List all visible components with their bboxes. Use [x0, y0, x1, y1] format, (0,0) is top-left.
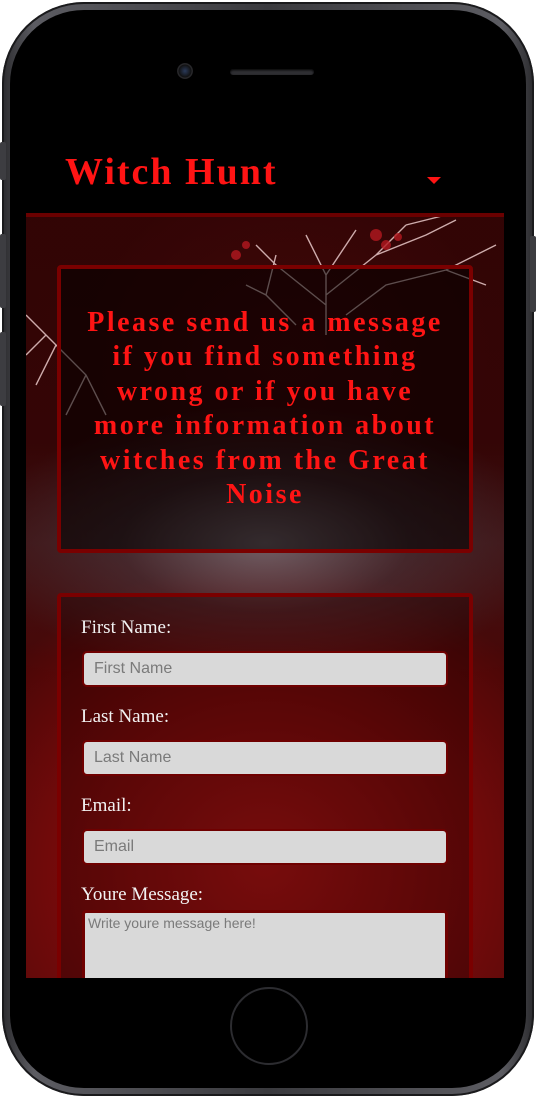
last-name-input[interactable] — [82, 740, 448, 776]
email-label: Email: — [81, 795, 132, 816]
volume-down-button — [0, 332, 6, 406]
silent-switch — [0, 142, 6, 180]
last-name-label: Last Name: — [81, 706, 170, 727]
first-name-input[interactable] — [82, 651, 448, 687]
navbar: Witch Hunt — [26, 125, 504, 217]
message-textarea[interactable] — [82, 910, 448, 978]
contact-form: First Name: Last Name: Email: Youre Mess… — [57, 593, 473, 978]
screen: Witch Hunt Please send us a message if y… — [26, 125, 504, 978]
intro-message: Please send us a message if you find som… — [87, 306, 443, 511]
earpiece-speaker — [230, 69, 314, 75]
volume-up-button — [0, 234, 6, 308]
message-label: Youre Message: — [81, 884, 204, 905]
intro-message-box: Please send us a message if you find som… — [57, 265, 473, 553]
email-input[interactable] — [82, 829, 448, 865]
power-button — [530, 236, 536, 312]
first-name-label: First Name: — [81, 617, 172, 638]
brand-logo[interactable]: Witch Hunt — [65, 150, 278, 194]
caret-down-icon — [427, 176, 441, 184]
home-button — [230, 987, 308, 1065]
front-camera-icon — [177, 63, 193, 79]
menu-toggle-button[interactable] — [424, 173, 444, 187]
